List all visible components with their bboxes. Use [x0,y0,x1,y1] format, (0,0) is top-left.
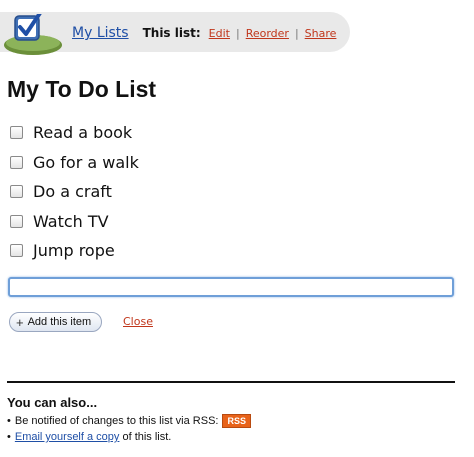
new-item-input[interactable] [8,277,454,297]
rss-badge[interactable]: RSS [222,414,251,428]
bullet-icon: • [7,415,11,427]
checkmark-logo-icon[interactable] [2,14,64,56]
list-item: Go for a walk [10,148,139,178]
edit-link[interactable]: Edit [209,27,230,40]
nav-separator: | [294,27,299,40]
item-label: Jump rope [33,241,115,261]
item-label: Read a book [33,123,133,143]
item-checkbox[interactable] [10,126,23,140]
email-suffix: of this list. [119,431,172,443]
also-heading: You can also... [7,395,98,410]
item-checkbox[interactable] [10,155,23,169]
share-link[interactable]: Share [305,27,337,40]
list-item: Read a book [10,118,139,148]
item-checkbox[interactable] [10,185,23,199]
list-item: Watch TV [10,207,139,237]
item-checkbox[interactable] [10,244,23,258]
item-label: Do a craft [33,182,112,202]
email-copy-link[interactable]: Email yourself a copy [15,431,120,443]
nav-separator: | [235,27,240,40]
rss-item: • Be notified of changes to this list vi… [7,413,251,429]
email-item: • Email yourself a copy of this list. [7,429,251,445]
close-link[interactable]: Close [123,315,153,328]
page-title: My To Do List [7,76,157,102]
item-checkbox[interactable] [10,214,23,228]
todo-list: Read a book Go for a walk Do a craft Wat… [10,118,139,266]
plus-icon: + [16,314,24,330]
item-label: Go for a walk [33,152,139,172]
also-list: • Be notified of changes to this list vi… [7,413,251,445]
my-lists-link[interactable]: My Lists [72,25,129,41]
list-nav: My Lists This list: Edit | Reorder | Sha… [72,25,336,41]
divider [7,381,455,383]
bullet-icon: • [7,431,11,443]
item-label: Watch TV [33,211,109,231]
rss-text: Be notified of changes to this list via … [14,415,219,427]
list-item: Do a craft [10,177,139,207]
reorder-link[interactable]: Reorder [246,27,289,40]
this-list-label: This list: [142,26,201,40]
add-item-button[interactable]: + Add this item [9,312,103,332]
list-item: Jump rope [10,236,139,266]
add-item-label: Add this item [27,316,92,328]
